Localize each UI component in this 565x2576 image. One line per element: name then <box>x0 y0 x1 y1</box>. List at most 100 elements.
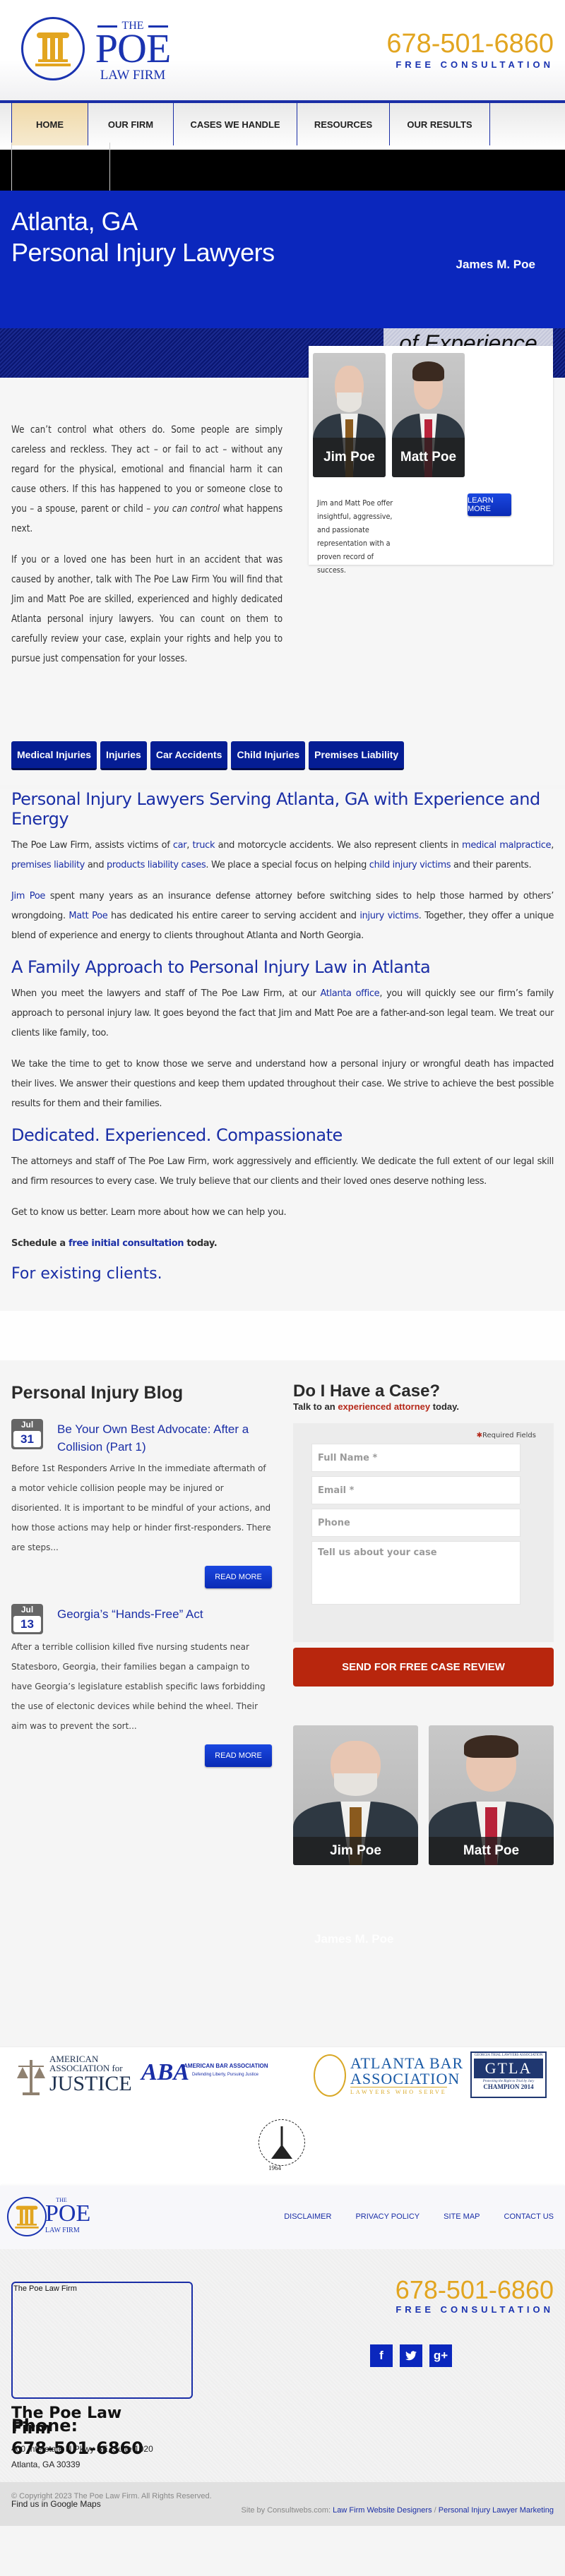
post-excerpt: Before 1st Responders Arrive In the imme… <box>11 1463 271 1552</box>
nav-our-results[interactable]: OUR RESULTS <box>390 103 490 145</box>
footer-phone-link[interactable]: 678-501-6860 <box>396 2276 554 2304</box>
form-tagline: Talk to an experienced attorney today. <box>293 1401 460 1412</box>
pillar-icon <box>15 2205 39 2229</box>
content-paragraph: Get to know us better. Learn more about … <box>11 1207 287 1218</box>
hero-title-line2: Personal Injury Lawyers <box>11 238 275 267</box>
attorney-name: Jim Poe <box>293 1837 418 1865</box>
nav-resources[interactable]: RESOURCES <box>297 103 390 145</box>
section-separator <box>0 1311 565 1360</box>
google-maps-link[interactable]: Find us in Google Maps <box>11 2499 101 2509</box>
intro-copy: We can’t control what others do. Some pe… <box>11 420 282 669</box>
intro-paragraph: If you or a loved one has been hurt in a… <box>11 554 283 664</box>
post-title[interactable]: Georgia’s “Hands-Free” Act <box>57 1604 272 1634</box>
practice-medical-injuries[interactable]: Medical Injuries <box>11 741 97 770</box>
attorney-photo-matt[interactable]: Matt Poe <box>392 353 465 477</box>
form-box: ✱Required Fields <box>293 1423 554 1642</box>
attorney-photo-jim[interactable]: Jim Poe <box>313 353 386 477</box>
link-medical-malpractice[interactable]: medical malpractice <box>462 840 552 851</box>
link-jim-poe[interactable]: Jim Poe <box>11 891 45 901</box>
footer-logo[interactable]: THE POE LAW FIRM <box>7 2197 113 2238</box>
twitter-icon[interactable] <box>400 2344 422 2367</box>
hero-attorney-name: James M. Poe <box>456 258 535 271</box>
learn-more-button[interactable]: LEARN MORE <box>468 493 511 516</box>
facebook-icon[interactable]: f <box>370 2344 393 2367</box>
practice-area-tabs: Medical Injuries Injuries Car Accidents … <box>0 741 565 785</box>
post-title[interactable]: Be Your Own Best Advocate: After a Colli… <box>57 1419 272 1456</box>
nav-our-firm[interactable]: OUR FIRM <box>88 103 174 145</box>
phone-input[interactable] <box>311 1509 521 1537</box>
attorney-cards: Jim Poe Matt Poe <box>293 1725 554 1867</box>
footer-link-privacy[interactable]: PRIVACY POLICY <box>355 2212 420 2221</box>
content-paragraph: The Poe Law Firm, assists victims of car… <box>11 840 554 870</box>
attorney-photo-jim[interactable]: Jim Poe <box>293 1725 418 1865</box>
required-fields-note: ✱Required Fields <box>476 1432 536 1439</box>
existing-clients-link[interactable]: For existing clients. <box>11 1265 554 1283</box>
cta-paragraph: Schedule a free initial consultation tod… <box>11 1238 218 1249</box>
practice-injuries[interactable]: Injuries <box>100 741 147 770</box>
seal-icon <box>314 2054 346 2097</box>
divider <box>109 143 110 191</box>
nav-cases-we-handle[interactable]: CASES WE HANDLE <box>174 103 297 145</box>
hero-title-line1: Atlanta, GA <box>11 207 138 236</box>
post-day: 13 <box>13 1616 41 1632</box>
email-input[interactable] <box>311 1476 521 1504</box>
read-more-button[interactable]: READ MORE <box>205 1566 272 1588</box>
blog-title: Personal Injury Blog <box>11 1383 184 1403</box>
footer-nav: THE POE LAW FIRM DISCLAIMER PRIVACY POLI… <box>0 2186 565 2249</box>
case-message-textarea[interactable] <box>311 1541 521 1605</box>
post-month: Jul <box>20 1420 34 1430</box>
google-plus-icon[interactable]: g+ <box>429 2344 452 2367</box>
footer-link-sitemap[interactable]: SITE MAP <box>444 2212 480 2221</box>
link-free-consultation[interactable]: free initial consultation <box>69 1238 184 1249</box>
link-premises-liability[interactable]: premises liability <box>11 860 85 870</box>
form-title: Do I Have a Case? <box>293 1382 441 1401</box>
asterisk-icon: ✱ <box>476 1432 483 1439</box>
intro-section: We can’t control what others do. Some pe… <box>0 346 565 741</box>
link-child-injury[interactable]: child injury victims <box>369 860 451 870</box>
link-matt-poe[interactable]: Matt Poe <box>69 911 107 921</box>
photo-hair <box>412 361 445 381</box>
content-paragraph: The attorneys and staff of The Poe Law F… <box>11 1156 554 1187</box>
footer-link-contact[interactable]: CONTACT US <box>504 2212 554 2221</box>
credit-link-marketing[interactable]: Personal Injury Lawyer Marketing <box>439 2506 554 2515</box>
ghost-attorney-name: James M. Poe <box>314 1932 394 1946</box>
intro-paragraph: We can’t control what others do. Some pe… <box>11 424 283 534</box>
content-paragraph: When you meet the lawyers and staff of T… <box>11 988 554 1038</box>
attorney-name: Matt Poe <box>429 1837 554 1865</box>
map-embed[interactable]: The Poe Law Firm <box>11 2282 193 2399</box>
attorney-photo-matt[interactable]: Matt Poe <box>429 1725 554 1865</box>
footer-links: DISCLAIMER PRIVACY POLICY SITE MAP CONTA… <box>284 2212 554 2221</box>
section-heading: A Family Approach to Personal Injury Law… <box>11 957 431 977</box>
phone-link[interactable]: 678-501-6860 <box>386 30 554 58</box>
site-credit: Site by Consultwebs.com: Law Firm Websit… <box>241 2506 554 2515</box>
send-case-review-button[interactable]: SEND FOR FREE CASE REVIEW <box>293 1648 554 1687</box>
credit-link-designers[interactable]: Law Firm Website Designers <box>333 2506 432 2515</box>
logo-poe: POE <box>95 25 172 71</box>
aba-logo: ABA AMERICAN BAR ASSOCIATION Defending L… <box>141 2059 268 2085</box>
post-date-badge: Jul 31 <box>11 1419 43 1449</box>
logo[interactable]: THE POE LAW FIRM <box>21 17 184 83</box>
practice-premises-liability[interactable]: Premises Liability <box>309 741 405 770</box>
full-name-input[interactable] <box>311 1444 521 1472</box>
contact-phone: 678-501-6860 FREE CONSULTATION <box>396 2276 554 2316</box>
hero-title: Atlanta, GA Personal Injury Lawyers <box>11 206 275 268</box>
link-injury-victims[interactable]: injury victims <box>359 911 419 921</box>
link-truck[interactable]: truck <box>193 840 215 851</box>
link-products-liability[interactable]: products liability cases <box>107 860 206 870</box>
nav-home[interactable]: HOME <box>11 103 88 145</box>
free-consultation-label: FREE CONSULTATION <box>396 59 554 70</box>
content-paragraph: We take the time to get to know those we… <box>11 1059 554 1109</box>
section-heading: Personal Injury Lawyers Serving Atlanta,… <box>11 789 540 829</box>
photo-hair <box>463 1735 519 1758</box>
header-phone: 678-501-6860 FREE CONSULTATION <box>386 30 554 70</box>
logo-lawfirm: LAW FIRM <box>100 68 166 83</box>
footer-link-disclaimer[interactable]: DISCLAIMER <box>284 2212 331 2221</box>
link-car[interactable]: car <box>173 840 187 851</box>
blog-and-form-section: Personal Injury Blog Jul 31 Be Your Own … <box>0 1360 565 2047</box>
blog: Personal Injury Blog Jul 31 Be Your Own … <box>11 1383 272 1767</box>
practice-child-injuries[interactable]: Child Injuries <box>231 741 306 770</box>
link-atlanta-office[interactable]: Atlanta office <box>320 988 379 999</box>
practice-car-accidents[interactable]: Car Accidents <box>150 741 228 770</box>
read-more-button[interactable]: READ MORE <box>205 1744 272 1767</box>
content-paragraph: Jim Poe spent many years as an insurance… <box>11 891 554 941</box>
